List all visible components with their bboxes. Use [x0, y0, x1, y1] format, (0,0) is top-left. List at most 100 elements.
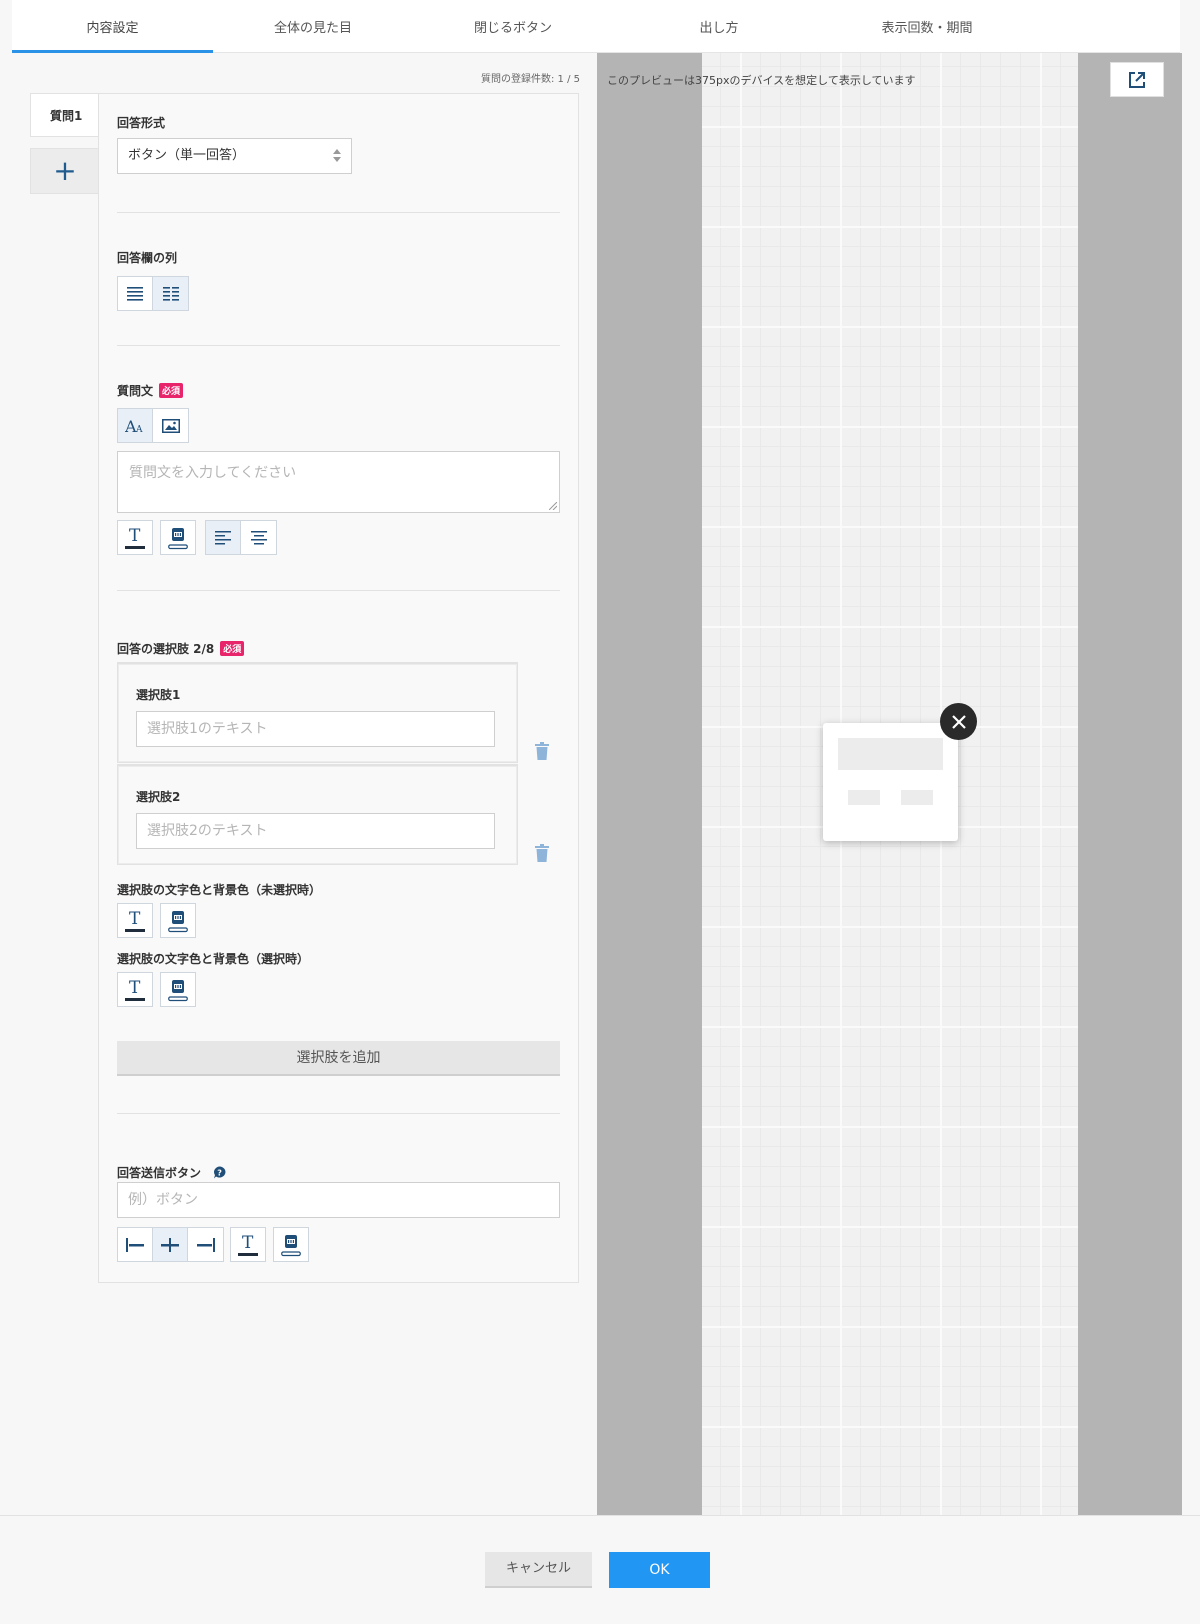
one-column-button[interactable] [118, 277, 153, 310]
trash-icon[interactable] [535, 742, 549, 760]
question-type-toggle: AA [117, 408, 189, 443]
submit-align-left-button[interactable] [118, 1228, 153, 1261]
tab-display-method[interactable]: 出し方 [634, 0, 804, 53]
resize-grip-icon[interactable] [549, 502, 557, 510]
tab-close-button[interactable]: 閉じるボタン [428, 0, 598, 53]
divider [117, 590, 560, 591]
image-icon [161, 418, 180, 433]
unselected-colors-label: 選択肢の文字色と背景色（未選択時） [117, 883, 322, 897]
image-mode-button[interactable] [153, 409, 188, 442]
submit-button-label: 回答送信ボタン ? [117, 1164, 226, 1181]
align-left-icon [215, 530, 231, 544]
tab-display-count-period[interactable]: 表示回数・期間 [827, 0, 1027, 53]
help-icon[interactable]: ? [213, 1166, 226, 1179]
text-color-icon: T [125, 526, 145, 549]
answer-format-value: ボタン（単一回答） [128, 148, 246, 163]
footer: キャンセル OK [0, 1515, 1200, 1624]
question-text-input[interactable]: 質問文を入力してください [117, 451, 560, 513]
divider [117, 345, 560, 346]
tab-overall-look[interactable]: 全体の見た目 [228, 0, 398, 53]
divider [117, 212, 560, 213]
choice-1-input[interactable]: 選択肢1のテキスト [136, 711, 495, 747]
align-left-edge-icon [126, 1237, 144, 1252]
required-badge: 必須 [159, 383, 184, 398]
add-choice-button[interactable]: 選択肢を追加 [117, 1041, 560, 1076]
svg-text:T: T [129, 978, 141, 998]
selected-text-color-button[interactable]: T [117, 972, 153, 1007]
tab-content-settings[interactable]: 内容設定 [12, 0, 213, 54]
question-text-label-text: 質問文 [117, 384, 154, 398]
choice-2-input[interactable]: 選択肢2のテキスト [136, 813, 495, 849]
question-text-placeholder: 質問文を入力してください [129, 465, 297, 481]
svg-text:T: T [129, 909, 141, 929]
popup-placeholder-title [838, 738, 943, 770]
submit-align-center-button[interactable] [153, 1228, 188, 1261]
choice-1-placeholder: 選択肢1のテキスト [147, 721, 268, 737]
single-column-icon [127, 286, 143, 301]
question-form: 回答形式 ボタン（単一回答） 回答欄の列 質問文 必須 AA 質問文を入力してく… [98, 93, 579, 1283]
paint-bucket-icon [281, 1234, 301, 1256]
ok-button[interactable]: OK [609, 1552, 710, 1588]
submit-align-toggle [117, 1227, 224, 1262]
svg-text:?: ? [218, 1169, 223, 1178]
align-center-edge-icon [161, 1237, 179, 1252]
text-mode-button[interactable]: AA [118, 409, 153, 442]
align-center-button[interactable] [241, 521, 276, 554]
answer-format-select[interactable]: ボタン（単一回答） [117, 138, 352, 174]
question-text-color-button[interactable]: T [117, 520, 153, 555]
choice-2-label: 選択肢2 [136, 790, 181, 804]
unselected-bg-color-button[interactable] [160, 903, 196, 938]
popup-placeholder-option [901, 790, 933, 805]
cancel-button[interactable]: キャンセル [485, 1552, 592, 1588]
question-align-toggle [205, 520, 277, 555]
svg-text:T: T [129, 526, 141, 546]
divider [117, 1113, 560, 1114]
question-text-label: 質問文 必須 [117, 382, 184, 399]
submit-bg-color-button[interactable] [273, 1227, 309, 1262]
selected-colors-label: 選択肢の文字色と背景色（選択時） [117, 952, 310, 966]
popup-close-button[interactable] [940, 703, 977, 740]
open-external-button[interactable] [1110, 62, 1164, 97]
settings-panel: 質問の登録件数: 1 / 5 質問1 + 回答形式 ボタン（単一回答） 回答欄の… [0, 53, 597, 1515]
answer-columns-toggle [117, 276, 189, 311]
unselected-text-color-button[interactable]: T [117, 903, 153, 938]
two-column-button[interactable] [153, 277, 188, 310]
choices-label-text: 回答の選択肢 2/8 [117, 642, 215, 656]
required-badge: 必須 [220, 641, 245, 656]
selected-bg-color-button[interactable] [160, 972, 196, 1007]
text-color-icon: T [125, 978, 145, 1001]
submit-button-text-input[interactable]: 例）ボタン [117, 1182, 560, 1218]
choice-1-label: 選択肢1 [136, 688, 181, 702]
add-question-button[interactable]: + [30, 148, 99, 194]
question-tab-1[interactable]: 質問1 [30, 93, 99, 137]
font-icon: AA [125, 418, 143, 434]
preview-note: このプレビューは375pxのデバイスを想定して表示しています [607, 74, 916, 87]
paint-bucket-icon [168, 910, 188, 932]
answer-format-label: 回答形式 [117, 116, 166, 130]
close-icon [951, 714, 966, 729]
svg-text:T: T [242, 1233, 254, 1253]
choice-2-placeholder: 選択肢2のテキスト [147, 823, 268, 839]
popup-placeholder-option [848, 790, 880, 805]
paint-bucket-icon [168, 527, 188, 549]
submit-button-label-text: 回答送信ボタン [117, 1166, 202, 1180]
align-right-edge-icon [196, 1237, 215, 1252]
choice-card-1: 選択肢1 選択肢1のテキスト [117, 662, 518, 763]
choices-label: 回答の選択肢 2/8 必須 [117, 640, 245, 657]
svg-text:A: A [135, 425, 143, 434]
question-bg-color-button[interactable] [160, 520, 196, 555]
two-column-icon [162, 286, 179, 301]
choice-card-2: 選択肢2 選択肢2のテキスト [117, 764, 518, 865]
paint-bucket-icon [168, 979, 188, 1001]
select-arrows-icon [333, 149, 341, 163]
trash-icon[interactable] [535, 844, 549, 862]
text-color-icon: T [238, 1233, 258, 1256]
answer-columns-label: 回答欄の列 [117, 251, 178, 265]
align-left-button[interactable] [206, 521, 241, 554]
registration-count: 質問の登録件数: 1 / 5 [481, 74, 580, 85]
external-link-icon [1129, 71, 1145, 88]
plus-icon: + [53, 154, 77, 187]
top-tab-bar: 内容設定 全体の見た目 閉じるボタン 出し方 表示回数・期間 [12, 0, 1180, 54]
submit-text-color-button[interactable]: T [230, 1227, 266, 1262]
submit-align-right-button[interactable] [188, 1228, 223, 1261]
